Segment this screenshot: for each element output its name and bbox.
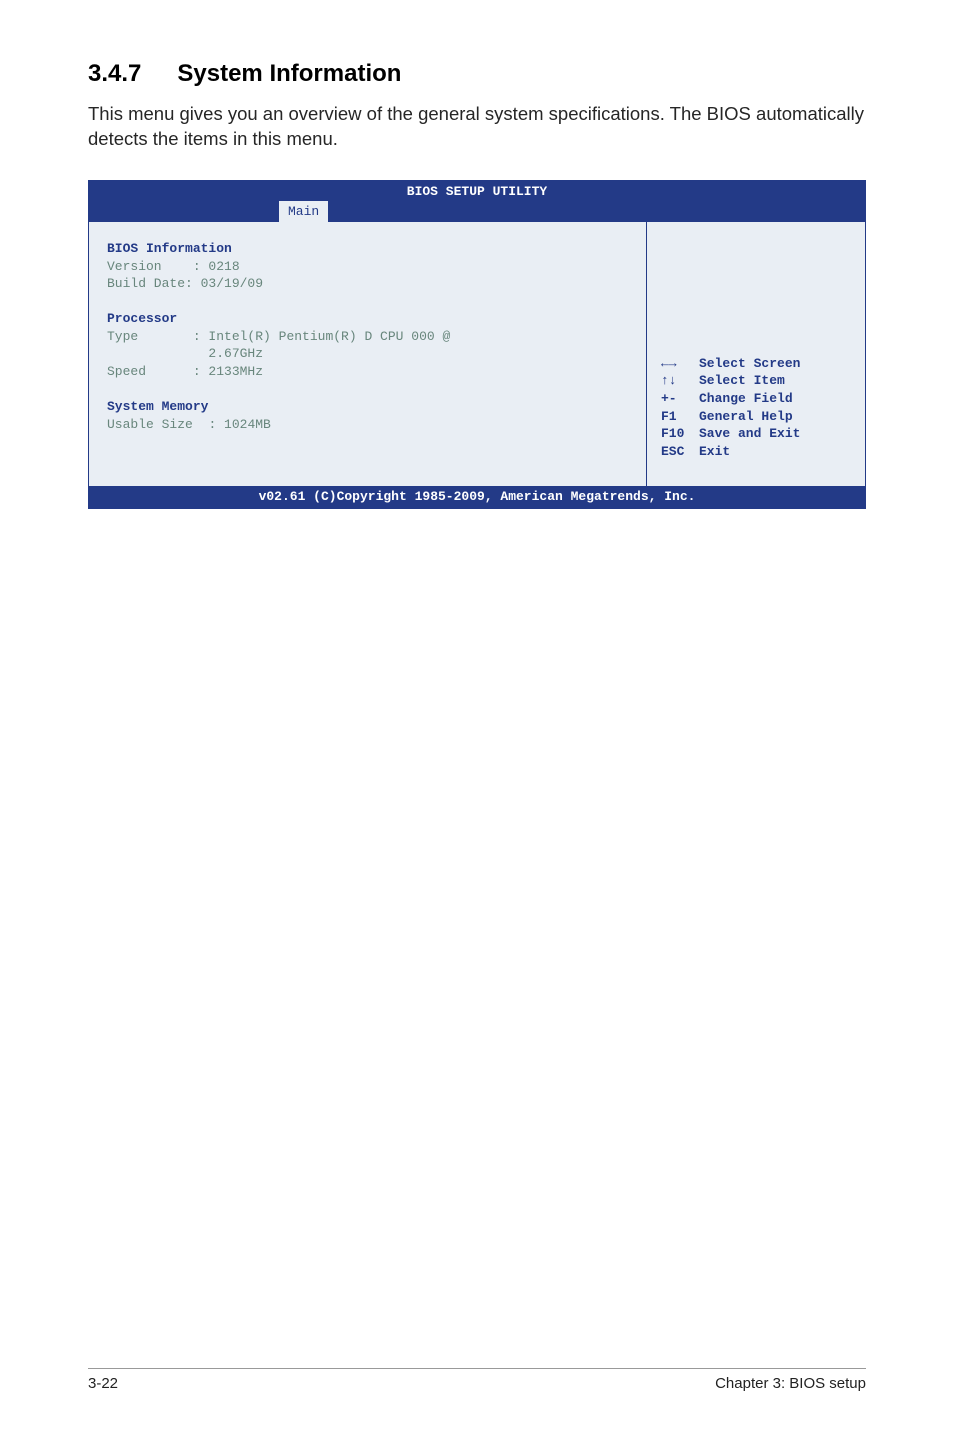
- chapter-label: Chapter 3: BIOS setup: [715, 1375, 866, 1392]
- section-title: System Information: [177, 60, 401, 87]
- plusminus-icon: +-: [661, 390, 699, 408]
- help-save-exit: F10Save and Exit: [661, 425, 855, 443]
- bios-tabs: Main: [89, 200, 865, 222]
- bios-help-pane: ←→Select Screen ↑↓Select Item +-Change F…: [647, 222, 865, 486]
- help-change-field: +-Change Field: [661, 390, 855, 408]
- proc-type-label: Type: [107, 329, 138, 344]
- page-footer: 3-22 Chapter 3: BIOS setup: [88, 1368, 866, 1392]
- arrows-ud-icon: ↑↓: [661, 372, 699, 390]
- bios-main-pane: BIOS Information Version : 0218 Build Da…: [89, 222, 647, 486]
- bios-titlebar: BIOS SETUP UTILITY: [89, 181, 865, 201]
- bios-info-header: BIOS Information: [107, 241, 232, 256]
- help-select-screen: ←→Select Screen: [661, 355, 855, 373]
- help-desc: General Help: [699, 408, 793, 426]
- proc-speed-label: Speed: [107, 364, 146, 379]
- help-desc: Exit: [699, 443, 730, 461]
- key-f10: F10: [661, 425, 699, 443]
- help-exit: ESCExit: [661, 443, 855, 461]
- arrows-lr-icon: ←→: [661, 355, 699, 373]
- key-esc: ESC: [661, 443, 699, 461]
- help-desc: Select Item: [699, 372, 785, 390]
- help-select-item: ↑↓Select Item: [661, 372, 855, 390]
- bios-build-value: : 03/19/09: [185, 276, 263, 291]
- help-desc: Save and Exit: [699, 425, 800, 443]
- page-number: 3-22: [88, 1375, 118, 1392]
- intro-paragraph: This menu gives you an overview of the g…: [88, 102, 866, 152]
- bios-version-label: Version: [107, 259, 162, 274]
- help-desc: Select Screen: [699, 355, 800, 373]
- mem-usable-label: Usable Size: [107, 417, 193, 432]
- proc-speed-value: : 2133MHz: [193, 364, 263, 379]
- processor-header: Processor: [107, 311, 177, 326]
- mem-usable-value: : 1024MB: [208, 417, 270, 432]
- section-heading: 3.4.7 System Information: [88, 60, 866, 88]
- bios-version-value: : 0218: [193, 259, 240, 274]
- proc-type-value2: 2.67GHz: [208, 346, 263, 361]
- section-number: 3.4.7: [88, 60, 141, 88]
- bios-build-label: Build Date: [107, 276, 185, 291]
- bios-footer: v02.61 (C)Copyright 1985-2009, American …: [89, 486, 865, 508]
- bios-screenshot: BIOS SETUP UTILITY Main BIOS Information…: [88, 180, 866, 509]
- key-f1: F1: [661, 408, 699, 426]
- help-general-help: F1General Help: [661, 408, 855, 426]
- memory-header: System Memory: [107, 399, 208, 414]
- proc-type-value: : Intel(R) Pentium(R) D CPU 000 @: [193, 329, 450, 344]
- help-desc: Change Field: [699, 390, 793, 408]
- bios-tab-main: Main: [279, 201, 328, 222]
